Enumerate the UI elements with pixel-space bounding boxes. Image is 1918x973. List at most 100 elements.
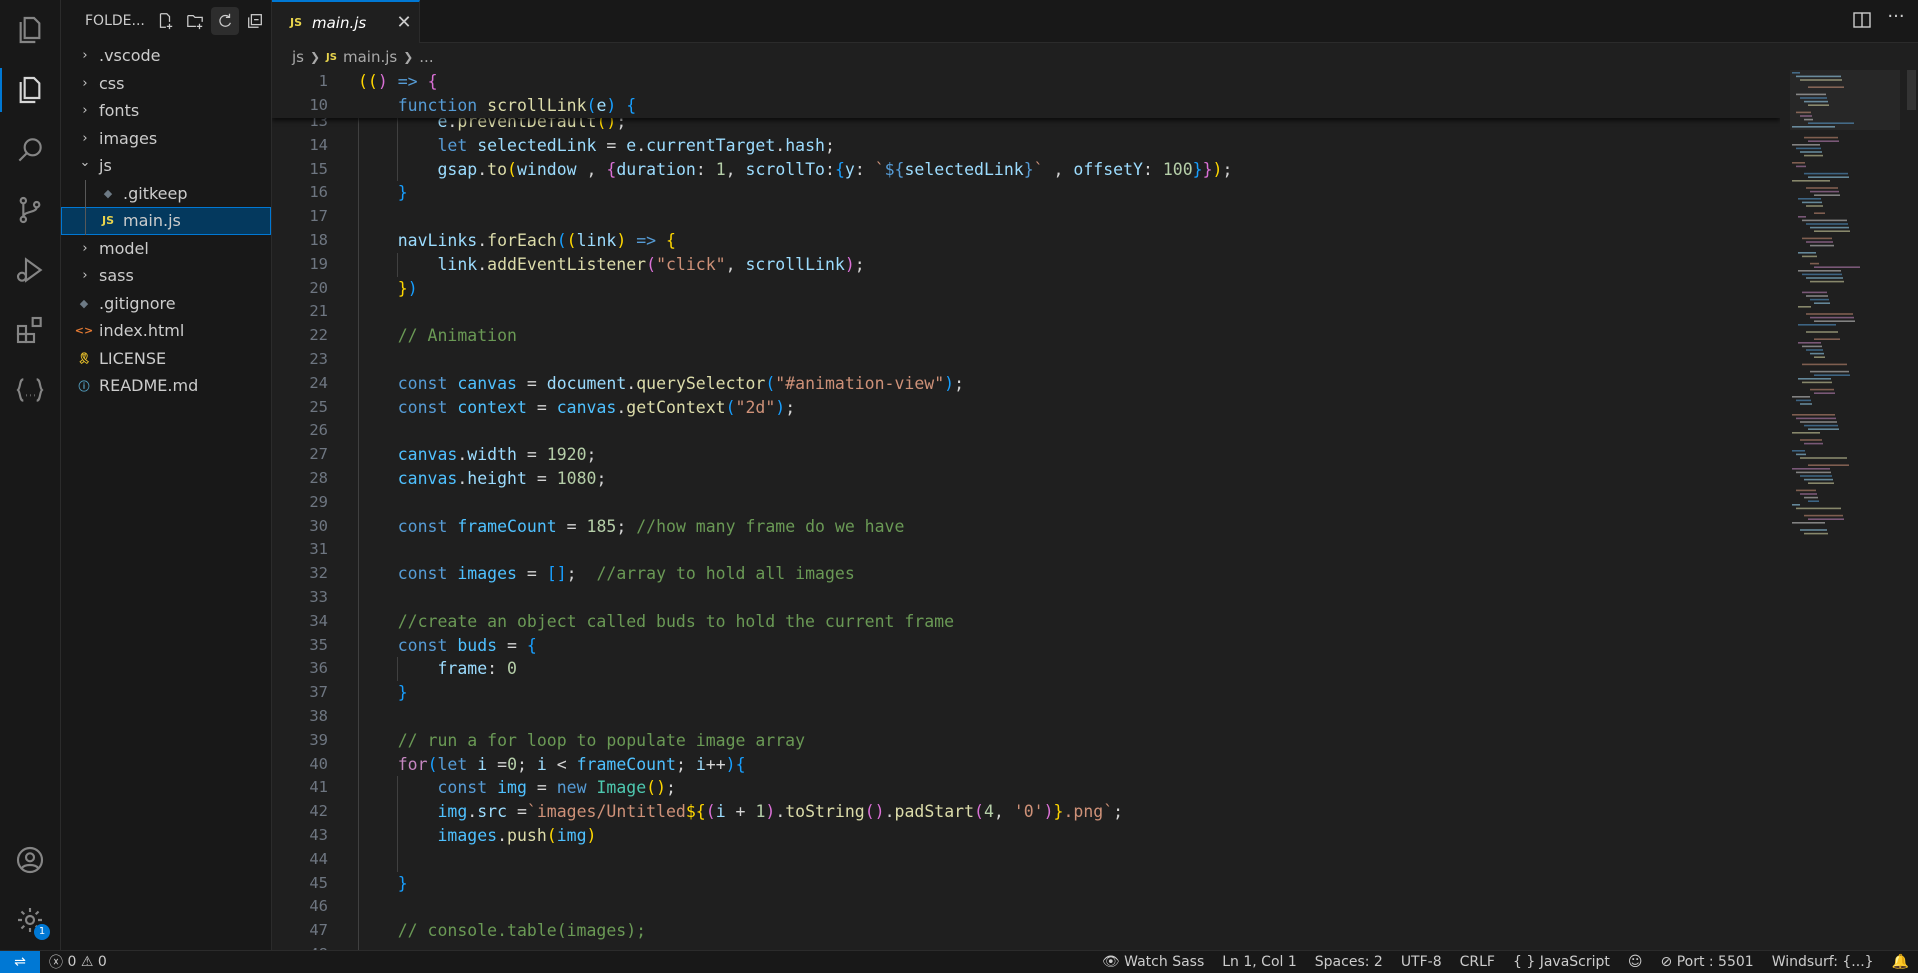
tree-item[interactable]: 🎗 LICENSE — [61, 345, 271, 373]
indent-guide — [397, 110, 398, 182]
code-line[interactable]: link.addEventListener("click", scrollLin… — [358, 253, 1780, 277]
warning-count: 0 — [97, 954, 107, 970]
new-folder-icon[interactable] — [181, 7, 209, 35]
extensions-icon[interactable] — [0, 300, 60, 360]
minimap-line — [1798, 306, 1811, 308]
code-line[interactable]: // Animation — [358, 324, 1780, 348]
breadcrumb-symbol[interactable]: ... — [419, 48, 433, 66]
code-line[interactable]: } — [358, 872, 1780, 896]
code-line[interactable] — [358, 419, 1780, 443]
code-lines[interactable]: e.preventDefault(); let selectedLink = e… — [358, 110, 1780, 950]
account-icon[interactable] — [0, 830, 60, 890]
tree-item[interactable]: › model — [61, 235, 271, 263]
source-control-icon[interactable] — [0, 180, 60, 240]
language-mode[interactable]: { } JavaScript — [1504, 954, 1619, 970]
code-line[interactable]: function scrollLink(e) { — [358, 94, 1780, 118]
tree-item[interactable]: ◆ .gitkeep — [61, 180, 271, 208]
code-line[interactable] — [358, 491, 1780, 515]
code-line[interactable]: } — [358, 181, 1780, 205]
code-token: } — [397, 683, 408, 703]
tree-item[interactable]: ◆ .gitignore — [61, 290, 271, 318]
code-line[interactable]: const frameCount = 185; //how many frame… — [358, 515, 1780, 539]
tree-item[interactable]: › .vscode — [61, 42, 271, 70]
new-file-icon[interactable] — [151, 7, 179, 35]
code-line[interactable]: const img = new Image(); — [358, 776, 1780, 800]
live-server-port[interactable]: ⊘ Port : 5501 — [1652, 954, 1763, 970]
code-line[interactable]: canvas.height = 1080; — [358, 467, 1780, 491]
tree-item[interactable]: ⓘ README.md — [61, 372, 271, 400]
minimap-viewport[interactable] — [1790, 70, 1900, 130]
code-line[interactable]: navLinks.forEach((link) => { — [358, 229, 1780, 253]
tree-item[interactable]: <> index.html — [61, 317, 271, 345]
code-line[interactable]: // console.table(images); — [358, 919, 1780, 943]
code-line[interactable] — [358, 348, 1780, 372]
tree-item[interactable]: ⌄ js — [61, 152, 271, 180]
explorer-files-icon[interactable] — [0, 0, 60, 60]
code-line[interactable] — [358, 895, 1780, 919]
remote-indicator-icon[interactable]: ⇌ — [0, 951, 40, 973]
code-line[interactable]: const buds = { — [358, 634, 1780, 658]
code-line[interactable] — [358, 943, 1780, 950]
breadcrumb-file[interactable]: main.js — [343, 48, 397, 66]
code-line[interactable]: const images = []; //array to hold all i… — [358, 562, 1780, 586]
notifications-bell-icon[interactable]: 🔔 — [1883, 954, 1918, 970]
explorer-active-icon[interactable] — [0, 60, 60, 120]
copilot-icon[interactable]: ☺ — [1619, 954, 1652, 970]
vertical-scrollbar[interactable] — [1905, 70, 1918, 950]
sticky-scroll-header[interactable]: 1 10 (() => { function scrollLink(e) { — [272, 70, 1780, 118]
code-line[interactable]: gsap.to(window , {duration: 1, scrollTo:… — [358, 158, 1780, 182]
code-line[interactable]: const context = canvas.getContext("2d"); — [358, 396, 1780, 420]
code-line[interactable]: frame: 0 — [358, 657, 1780, 681]
code-line[interactable]: canvas.width = 1920; — [358, 443, 1780, 467]
code-line[interactable]: } — [358, 681, 1780, 705]
settings-gear-icon[interactable]: 1 — [0, 890, 60, 950]
code-line[interactable]: img.src =`images/Untitled${(i + 1).toStr… — [358, 800, 1780, 824]
code-token: ; — [666, 778, 676, 798]
more-actions-icon[interactable]: ··· — [1886, 8, 1906, 30]
windsurf-status[interactable]: Windsurf: {...} — [1763, 954, 1883, 970]
split-editor-icon[interactable] — [1852, 10, 1872, 30]
breadcrumb-folder[interactable]: js — [292, 48, 304, 66]
refresh-icon[interactable] — [211, 7, 239, 35]
tab-main-js[interactable]: JS main.js ✕ — [272, 0, 420, 43]
search-icon[interactable] — [0, 120, 60, 180]
tree-item[interactable]: › css — [61, 70, 271, 98]
code-editor[interactable]: 13 14 15 16 17 18 19 20 21 22 23 24 25 26 27 28 29 30 31 32… — [272, 70, 1780, 950]
code-line[interactable]: //create an object called buds to hold t… — [358, 610, 1780, 634]
code-line[interactable]: (() => { — [358, 70, 1780, 94]
code-line[interactable]: for(let i =0; i < frameCount; i++){ — [358, 753, 1780, 777]
cursor-position[interactable]: Ln 1, Col 1 — [1213, 954, 1306, 970]
code-line[interactable] — [358, 300, 1780, 324]
code-line[interactable] — [358, 705, 1780, 729]
code-line[interactable]: let selectedLink = e.currentTarget.hash; — [358, 134, 1780, 158]
code-line[interactable] — [358, 586, 1780, 610]
code-token: offsetY — [1073, 159, 1143, 179]
tree-item[interactable]: › fonts — [61, 97, 271, 125]
code-line[interactable]: // run a for loop to populate image arra… — [358, 729, 1780, 753]
code-line[interactable] — [358, 848, 1780, 872]
code-line[interactable] — [358, 205, 1780, 229]
code-line[interactable] — [358, 538, 1780, 562]
tree-item[interactable]: JS main.js — [61, 207, 271, 235]
sticky-code-lines[interactable]: (() => { function scrollLink(e) { — [358, 70, 1780, 118]
watch-sass-button[interactable]: 👁 Watch Sass — [1093, 954, 1213, 970]
tree-item[interactable]: › images — [61, 125, 271, 153]
json-braces-icon[interactable] — [0, 360, 60, 420]
run-debug-icon[interactable] — [0, 240, 60, 300]
tree-item[interactable]: › sass — [61, 262, 271, 290]
code-line[interactable]: const canvas = document.querySelector("#… — [358, 372, 1780, 396]
code-line[interactable]: }) — [358, 277, 1780, 301]
encoding[interactable]: UTF-8 — [1392, 954, 1451, 970]
code-token: frameCount — [457, 516, 557, 536]
line-ending[interactable]: CRLF — [1451, 954, 1504, 970]
collapse-all-icon[interactable] — [241, 7, 269, 35]
code-token: () — [864, 802, 885, 822]
minimap-line — [1802, 201, 1822, 204]
close-icon[interactable]: ✕ — [389, 12, 419, 33]
code-line[interactable]: images.push(img) — [358, 824, 1780, 848]
indentation[interactable]: Spaces: 2 — [1306, 954, 1392, 970]
problems-indicator[interactable]: ⓧ 0 ⚠ 0 — [40, 952, 116, 972]
minimap[interactable] — [1790, 70, 1900, 550]
